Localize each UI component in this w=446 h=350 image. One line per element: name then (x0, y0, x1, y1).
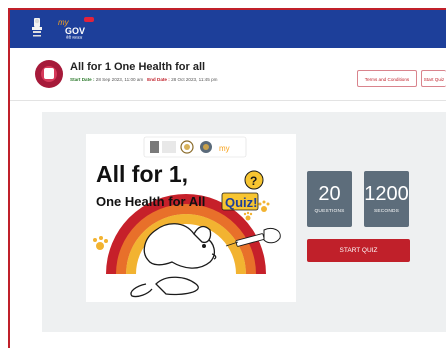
quiz-title: All for 1 One Health for all (70, 61, 206, 73)
start-date-value: 28 Sep 2023, 11:00 am (95, 77, 144, 82)
question-mark-icon: ? (250, 174, 257, 188)
start-quiz-top-button[interactable]: Start Quiz (421, 70, 446, 87)
national-emblem-icon[interactable] (30, 16, 44, 40)
mygov-logo[interactable]: my GOV मेरी सरकार (56, 14, 98, 40)
quiz-dates: Start Date : 28 Sep 2023, 11:00 am End D… (70, 77, 217, 82)
questions-label: QUESTIONS (314, 209, 345, 214)
quiz-icon (35, 60, 63, 88)
end-date-value: 28 Oct 2023, 11:45 pm (171, 77, 218, 82)
svg-text:my: my (219, 144, 230, 153)
start-quiz-button[interactable]: START QUIZ (307, 239, 410, 262)
banner-quiz-word: Quiz! (225, 195, 258, 210)
end-date-label: End Date : (147, 77, 170, 82)
start-date-label: Start Date : (70, 77, 95, 82)
banner-line-1: All for 1, (96, 161, 188, 187)
mygov-hindi-tagline: मेरी सरकार (66, 35, 83, 40)
banner-line-2: One Health for All (96, 194, 205, 209)
terms-and-conditions-button[interactable]: Terms and Conditions (357, 70, 417, 87)
questions-count: 20 (318, 183, 341, 205)
seconds-count: 1200 (364, 183, 409, 205)
quiz-banner-image: my ? All for 1, One Health for All Quiz! (86, 134, 296, 302)
questions-stat: 20 QUESTIONS (307, 171, 352, 227)
seconds-label: SECONDS (373, 209, 400, 214)
seconds-stat: 1200 SECONDS (364, 171, 409, 227)
